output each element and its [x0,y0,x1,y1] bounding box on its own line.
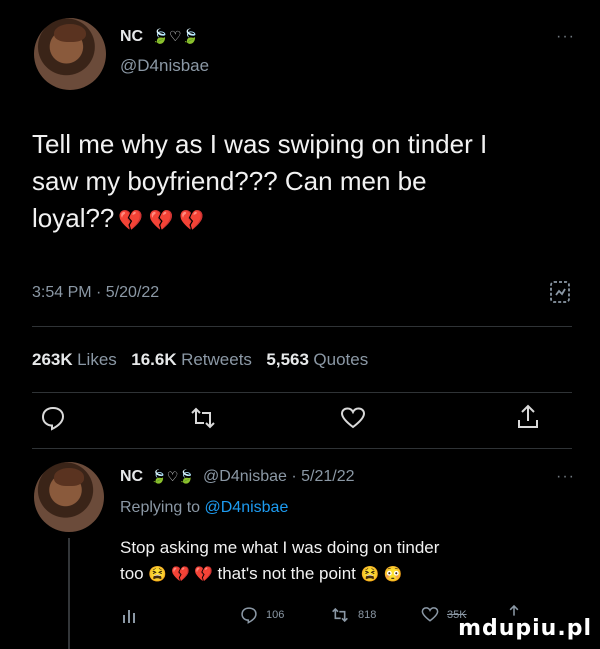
retweet-count: 818 [358,609,377,621]
avatar[interactable] [34,18,106,90]
analytics-bars-icon[interactable] [122,607,136,623]
retweet-count-button[interactable]: 818 [330,606,376,624]
stats-row: 263K Likes 16.6K Retweets 5,563 Quotes [32,350,368,370]
author-handle[interactable]: @D4nisbae [120,56,209,76]
display-name: NC [120,28,144,45]
reply-count: 106 [266,609,285,621]
retweet-icon[interactable] [188,405,218,431]
broken-heart-emojis: 💔 💔 💔 [118,210,205,232]
reply-more-options-button[interactable]: ··· [556,468,575,486]
watermark-text: mdupiu.pl [458,616,592,641]
tweet-timestamp[interactable]: 3:54 PM · 5/20/22 [32,284,159,302]
retweet-small-icon [332,607,348,623]
tweet-text-end: loyal?? [32,203,115,233]
reply-handle-date: @D4nisbae · 5/21/22 [203,468,355,485]
reply-display-name: NC [120,468,144,485]
divider [32,326,572,327]
reply-end-emojis: 😫 😳 [360,566,403,583]
tweet-text-line: loyal?? 💔 💔 💔 [32,200,592,240]
reply-icon[interactable] [40,405,66,431]
reply-text: Stop asking me what I was doing on tinde… [120,535,590,588]
quotes-count: 5,563 [266,350,309,369]
author-name-row[interactable]: NC 🍃♡🍃 [120,28,199,46]
retweets-label: Retweets [181,350,252,369]
quotes-label: Quotes [313,350,369,369]
likes-stat[interactable]: 263K Likes [32,350,117,369]
reply-avatar[interactable] [34,462,104,532]
replying-to: Replying to @D4nisbae [120,499,288,517]
reply-name-emojis: 🍃♡🍃 [150,469,195,484]
tweet-text: Tell me why as I was swiping on tinder I… [32,126,592,240]
retweets-count: 16.6K [131,350,177,369]
reply-text-line: too 😫 💔 💔 that's not the point 😫 😳 [120,561,590,588]
reply-count-button[interactable]: 106 [240,606,284,624]
reply-text-segment: too [120,564,144,583]
divider [32,448,572,449]
replying-to-handle[interactable]: @D4nisbae [205,499,289,516]
reply-text-segment: that's not the point [217,564,356,583]
quotes-stat[interactable]: 5,563 Quotes [266,350,369,369]
likes-count: 263K [32,350,73,369]
retweets-stat[interactable]: 16.6K Retweets [131,350,252,369]
like-small-icon [421,607,439,622]
like-icon[interactable] [340,406,366,430]
reply-emojis: 😫 💔 💔 [148,566,213,583]
reply-author-row[interactable]: NC 🍃♡🍃 @D4nisbae · 5/21/22 [120,468,355,486]
more-options-button[interactable]: ··· [556,28,575,46]
name-emojis: 🍃♡🍃 [151,28,199,44]
reply-text-line: Stop asking me what I was doing on tinde… [120,538,440,557]
reply-small-icon [241,607,257,624]
divider [32,392,572,393]
thread-line [68,538,70,649]
tweet-text-line: Tell me why as I was swiping on tinder I [32,129,488,159]
share-icon[interactable] [516,403,540,431]
replying-to-label: Replying to [120,499,201,516]
tweet-text-line: saw my boyfriend??? Can men be [32,166,427,196]
analytics-icon[interactable] [549,280,571,304]
likes-label: Likes [77,350,117,369]
